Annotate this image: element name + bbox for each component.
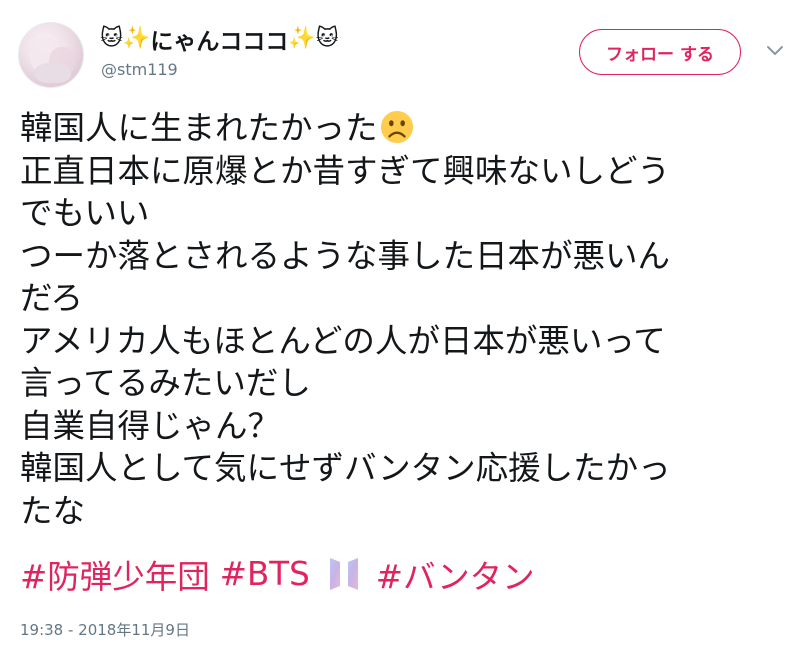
tweet-line: 正直日本に原爆とか昔すぎて興味ないしどう	[20, 151, 671, 190]
chevron-down-icon[interactable]	[765, 44, 785, 58]
cat-sparkle-emoji-icon: 🐱✨	[100, 26, 151, 51]
tweet-line: 言ってるみたいだし	[20, 364, 311, 402]
avatar[interactable]	[18, 22, 84, 88]
hashtag-link[interactable]: #バンタン	[376, 551, 535, 598]
tweet-line-text: 韓国人に生まれたかった	[20, 109, 378, 147]
tweet-text: 韓国人に生まれたかった 正直日本に原爆とか昔すぎて興味ないしどう でもいい つー…	[20, 107, 780, 532]
avatar-shape	[35, 63, 71, 83]
tweet-line: 韓国人に生まれたかった	[20, 107, 780, 150]
bts-logo-icon	[329, 558, 358, 590]
tweet-line: つーか落とされるような事した日本が悪いん	[20, 236, 671, 275]
user-handle[interactable]: @stm119	[101, 60, 178, 79]
tweet-line: 韓国人として気にせずバンタン応援したかっ	[20, 449, 671, 487]
tweet-timestamp[interactable]: 19:38 - 2018年11月9日	[20, 619, 190, 640]
tweet-line: でもいい	[20, 194, 150, 232]
hashtag-row: #防弾少年団 #BTS #バンタン	[20, 551, 535, 598]
follow-button[interactable]: フォロー する	[579, 29, 741, 75]
tweet-line: だろ	[20, 279, 84, 317]
frowning-face-icon	[380, 110, 413, 144]
tweet-line: 自業自得じゃん？	[20, 406, 281, 445]
tweet-line: たな	[20, 491, 86, 530]
hashtag-link[interactable]: #防弾少年団	[20, 551, 210, 598]
display-name-text: にゃんコココ	[150, 29, 289, 55]
sparkle-cat-emoji-icon: ✨🐱	[288, 26, 339, 51]
hashtag-link[interactable]: #BTS	[220, 555, 310, 593]
tweet-line: アメリカ人もほとんどの人が日本が悪いって	[20, 321, 666, 360]
tweet-card: 🐱✨ にゃんコココ ✨🐱 @stm119 フォロー する 韓国人に生まれたかった…	[0, 0, 797, 651]
display-name[interactable]: 🐱✨ にゃんコココ ✨🐱	[100, 24, 339, 56]
